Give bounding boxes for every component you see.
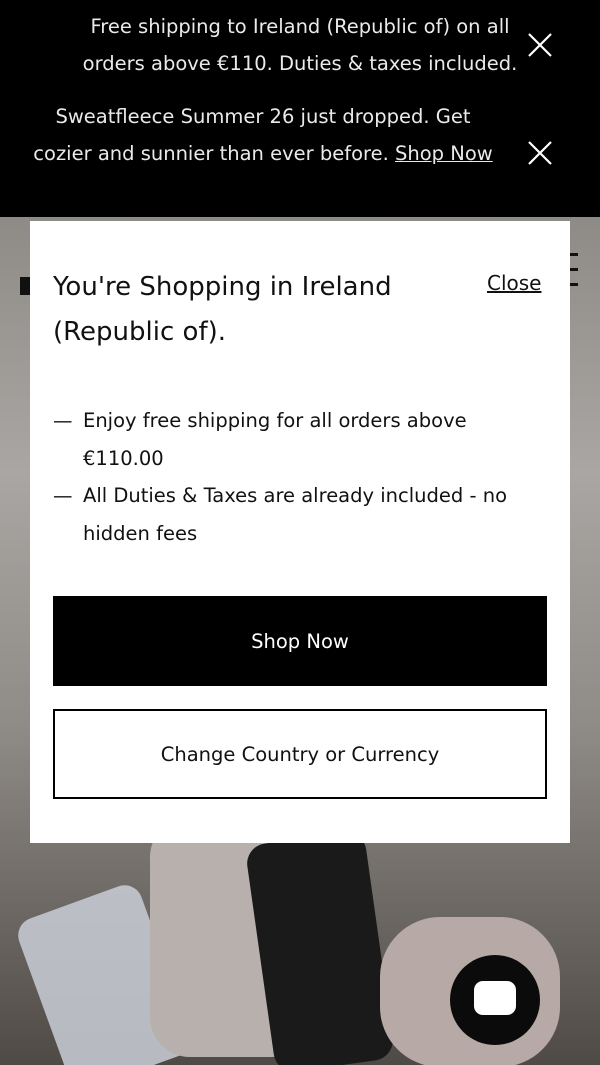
benefit-text: All Duties & Taxes are already included … — [83, 484, 508, 545]
close-icon[interactable] — [525, 138, 555, 168]
shop-now-button[interactable]: Shop Now — [53, 596, 547, 686]
close-icon[interactable] — [525, 30, 555, 60]
chat-icon — [474, 981, 516, 1015]
announcement-text: Free shipping to Ireland (Republic of) o… — [82, 15, 518, 75]
announcement-shop-now-link[interactable]: Shop Now — [395, 142, 493, 165]
benefit-item: — Enjoy free shipping for all orders abo… — [53, 402, 553, 477]
benefit-text: Enjoy free shipping for all orders above… — [83, 409, 467, 470]
benefit-item: — All Duties & Taxes are already include… — [53, 477, 553, 552]
announcement-bar-promo: Sweatfleece Summer 26 just dropped. Get … — [0, 95, 600, 217]
benefits-list: — Enjoy free shipping for all orders abo… — [53, 402, 553, 552]
modal-close-link[interactable]: Close — [487, 271, 541, 295]
announcement-text-promo: Sweatfleece Summer 26 just dropped. Get … — [28, 98, 498, 172]
dash-bullet: — — [53, 484, 73, 507]
dash-bullet: — — [53, 409, 73, 432]
chat-button[interactable] — [450, 955, 540, 1045]
announcement-bar-shipping: Free shipping to Ireland (Republic of) o… — [0, 0, 600, 95]
page: Free shipping to Ireland (Republic of) o… — [0, 0, 600, 1065]
modal-title: You're Shopping in Ireland (Republic of)… — [53, 272, 392, 347]
header-logo-fragment — [20, 277, 30, 295]
country-modal: You're Shopping in Ireland (Republic of)… — [30, 221, 570, 843]
menu-icon[interactable] — [570, 253, 578, 289]
change-country-button[interactable]: Change Country or Currency — [53, 709, 547, 799]
